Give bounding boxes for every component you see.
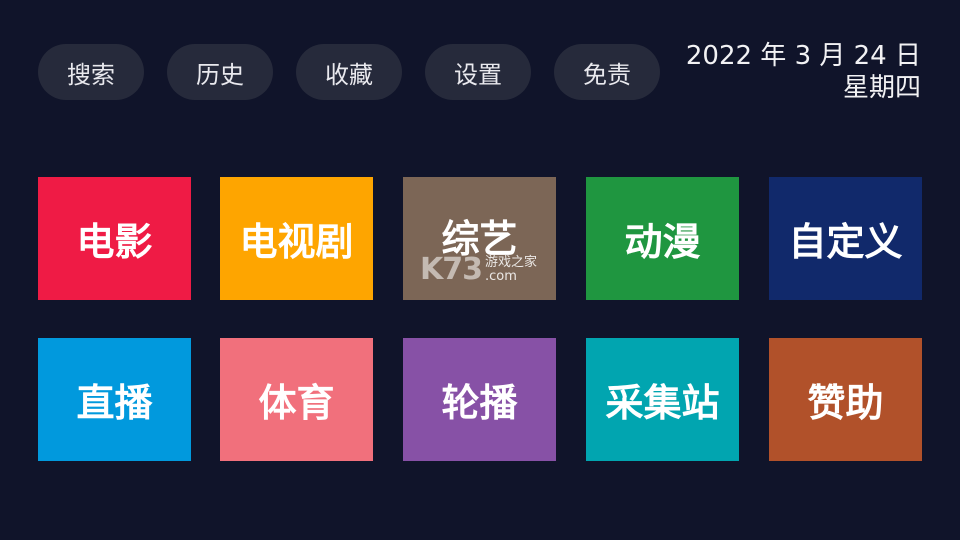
tile-label: 综艺 bbox=[441, 217, 518, 261]
tile-label: 轮播 bbox=[441, 381, 518, 425]
tile-label: 动漫 bbox=[624, 220, 701, 264]
tile-live[interactable]: 直播 bbox=[38, 338, 191, 461]
tile-carousel[interactable]: 轮播 bbox=[403, 338, 556, 461]
tile-label: 体育 bbox=[258, 381, 335, 425]
tile-custom[interactable]: 自定义 bbox=[769, 177, 922, 300]
tile-source-sites[interactable]: 采集站 bbox=[586, 338, 739, 461]
date-display: 2022 年 3 月 24 日 星期四 bbox=[686, 40, 921, 104]
settings-button[interactable]: 设置 bbox=[425, 44, 531, 100]
tile-movies[interactable]: 电影 bbox=[38, 177, 191, 300]
tile-sponsor[interactable]: 赞助 bbox=[769, 338, 922, 461]
home-screen: 搜索 历史 收藏 设置 免责 2022 年 3 月 24 日 星期四 电影 电视… bbox=[0, 0, 960, 540]
tile-label: 自定义 bbox=[788, 220, 903, 264]
tile-label: 电影 bbox=[76, 220, 153, 264]
tile-label: 电视剧 bbox=[239, 220, 354, 264]
weekday-text: 星期四 bbox=[842, 73, 921, 103]
tile-anime[interactable]: 动漫 bbox=[586, 177, 739, 300]
tile-tv-series[interactable]: 电视剧 bbox=[220, 177, 373, 300]
tile-label: 直播 bbox=[76, 381, 153, 425]
favorites-button[interactable]: 收藏 bbox=[296, 44, 402, 100]
tile-label: 赞助 bbox=[807, 381, 884, 425]
date-text: 2022 年 3 月 24 日 bbox=[685, 41, 921, 71]
tile-label: 采集站 bbox=[605, 381, 720, 425]
tile-sports[interactable]: 体育 bbox=[220, 338, 373, 461]
disclaimer-button[interactable]: 免责 bbox=[554, 44, 660, 100]
tile-variety[interactable]: 综艺 bbox=[403, 177, 556, 300]
search-button[interactable]: 搜索 bbox=[38, 44, 144, 100]
history-button[interactable]: 历史 bbox=[167, 44, 273, 100]
